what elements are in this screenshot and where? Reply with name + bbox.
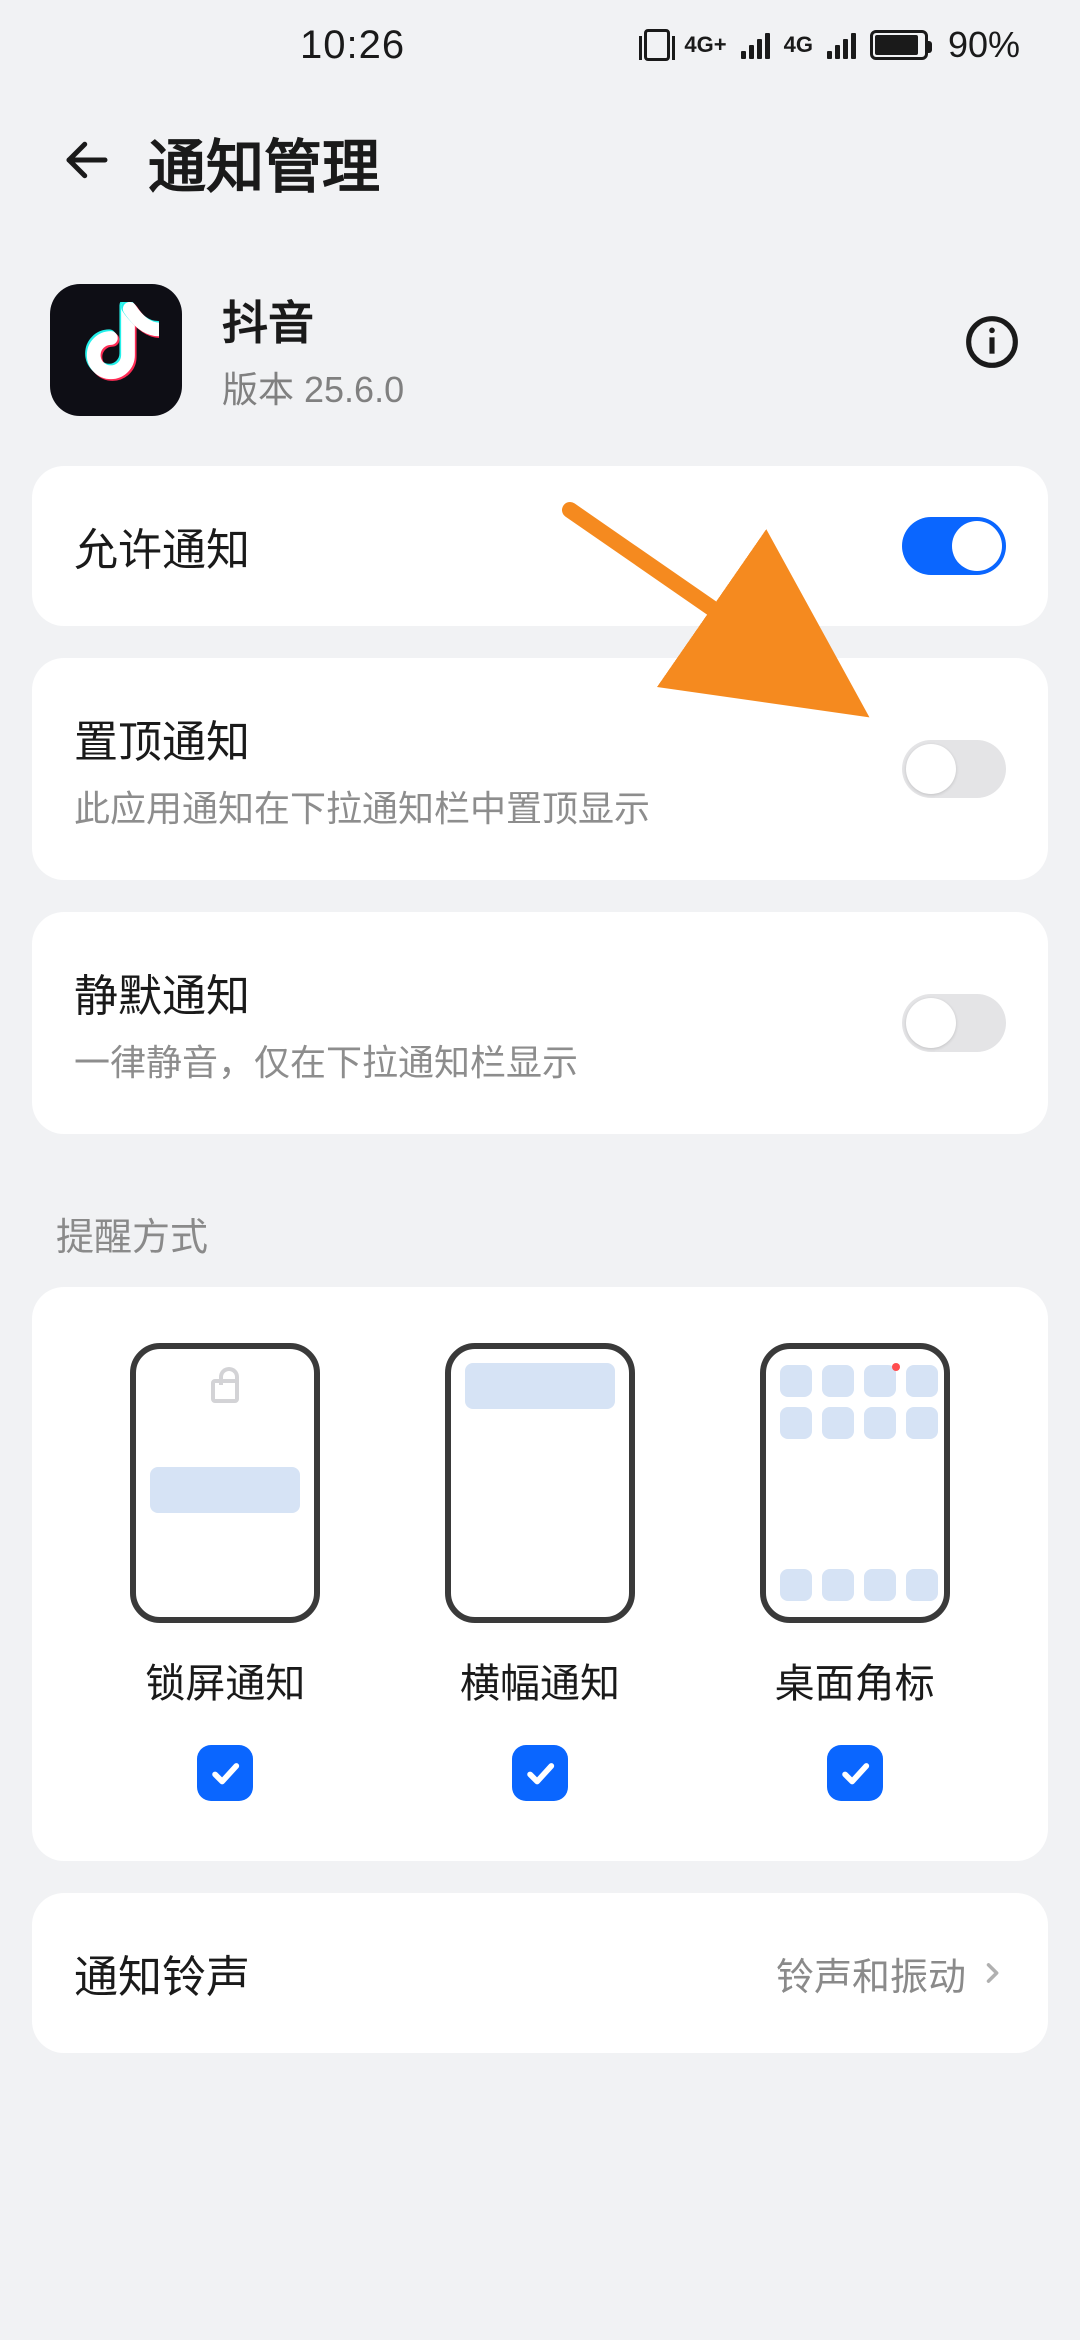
page-header: 通知管理 <box>0 90 1080 244</box>
card-allow-notifications: 允许通知 <box>32 466 1048 626</box>
mode-banner-label: 横幅通知 <box>460 1651 620 1709</box>
checkbox-lockscreen[interactable] <box>197 1745 253 1801</box>
row-allow-notifications[interactable]: 允许通知 <box>32 466 1048 626</box>
app-info-button[interactable] <box>964 314 1020 375</box>
info-icon <box>964 314 1020 370</box>
check-icon <box>208 1756 242 1790</box>
pin-sub: 此应用通知在下拉通知栏中置顶显示 <box>74 780 650 832</box>
ringtone-value: 铃声和振动 <box>776 1946 966 2001</box>
battery-percent: 90% <box>948 24 1020 66</box>
section-header-reminder: 提醒方式 <box>0 1166 1080 1287</box>
mode-lockscreen-label: 锁屏通知 <box>145 1651 305 1709</box>
douyin-icon <box>73 302 159 398</box>
card-ringtone: 通知铃声 铃声和振动 <box>32 1893 1048 2053</box>
check-icon <box>838 1756 872 1790</box>
status-time: 10:26 <box>300 23 405 68</box>
signal-1-icon <box>741 31 770 59</box>
check-icon <box>523 1756 557 1790</box>
illustration-banner-icon <box>445 1343 635 1623</box>
toggle-pin-notifications[interactable] <box>902 740 1006 798</box>
mode-lockscreen[interactable]: 锁屏通知 <box>78 1343 373 1801</box>
card-pin-notifications: 置顶通知 此应用通知在下拉通知栏中置顶显示 <box>32 658 1048 880</box>
mode-banner[interactable]: 横幅通知 <box>393 1343 688 1801</box>
app-version: 版本 25.6.0 <box>222 361 404 413</box>
app-meta: 抖音 版本 25.6.0 <box>222 287 404 413</box>
card-silent-notifications: 静默通知 一律静音，仅在下拉通知栏显示 <box>32 912 1048 1134</box>
illustration-badge-icon <box>760 1343 950 1623</box>
ringtone-value-wrap: 铃声和振动 <box>776 1946 1006 2001</box>
battery-icon <box>870 30 928 60</box>
checkbox-badge[interactable] <box>827 1745 883 1801</box>
app-icon <box>50 284 182 416</box>
card-reminder-modes: 锁屏通知 横幅通知 桌面角标 <box>32 1287 1048 1861</box>
arrow-left-icon <box>60 133 114 187</box>
toggle-silent-notifications[interactable] <box>902 994 1006 1052</box>
illustration-lockscreen-icon <box>130 1343 320 1623</box>
chevron-right-icon <box>978 1959 1006 1987</box>
status-bar: 10:26 4G+ 4G 90% <box>0 0 1080 90</box>
app-info-row: 抖音 版本 25.6.0 <box>0 244 1080 466</box>
silent-title: 静默通知 <box>74 960 578 1024</box>
app-name: 抖音 <box>222 287 404 353</box>
page-title: 通知管理 <box>148 120 380 204</box>
signal-2-icon <box>827 31 856 59</box>
row-pin-notifications[interactable]: 置顶通知 此应用通知在下拉通知栏中置顶显示 <box>32 658 1048 880</box>
vibrate-icon <box>644 29 670 61</box>
mode-badge-label: 桌面角标 <box>775 1651 935 1709</box>
silent-sub: 一律静音，仅在下拉通知栏显示 <box>74 1034 578 1086</box>
ringtone-title: 通知铃声 <box>74 1941 250 2005</box>
network-1-label: 4G+ <box>684 36 726 54</box>
pin-title: 置顶通知 <box>74 706 650 770</box>
mode-badge[interactable]: 桌面角标 <box>707 1343 1002 1801</box>
checkbox-banner[interactable] <box>512 1745 568 1801</box>
allow-title: 允许通知 <box>74 514 250 578</box>
back-button[interactable] <box>60 133 114 192</box>
row-silent-notifications[interactable]: 静默通知 一律静音，仅在下拉通知栏显示 <box>32 912 1048 1134</box>
network-2-label: 4G <box>784 36 813 54</box>
status-right: 4G+ 4G 90% <box>644 24 1020 66</box>
row-ringtone[interactable]: 通知铃声 铃声和振动 <box>32 1893 1048 2053</box>
toggle-allow-notifications[interactable] <box>902 517 1006 575</box>
